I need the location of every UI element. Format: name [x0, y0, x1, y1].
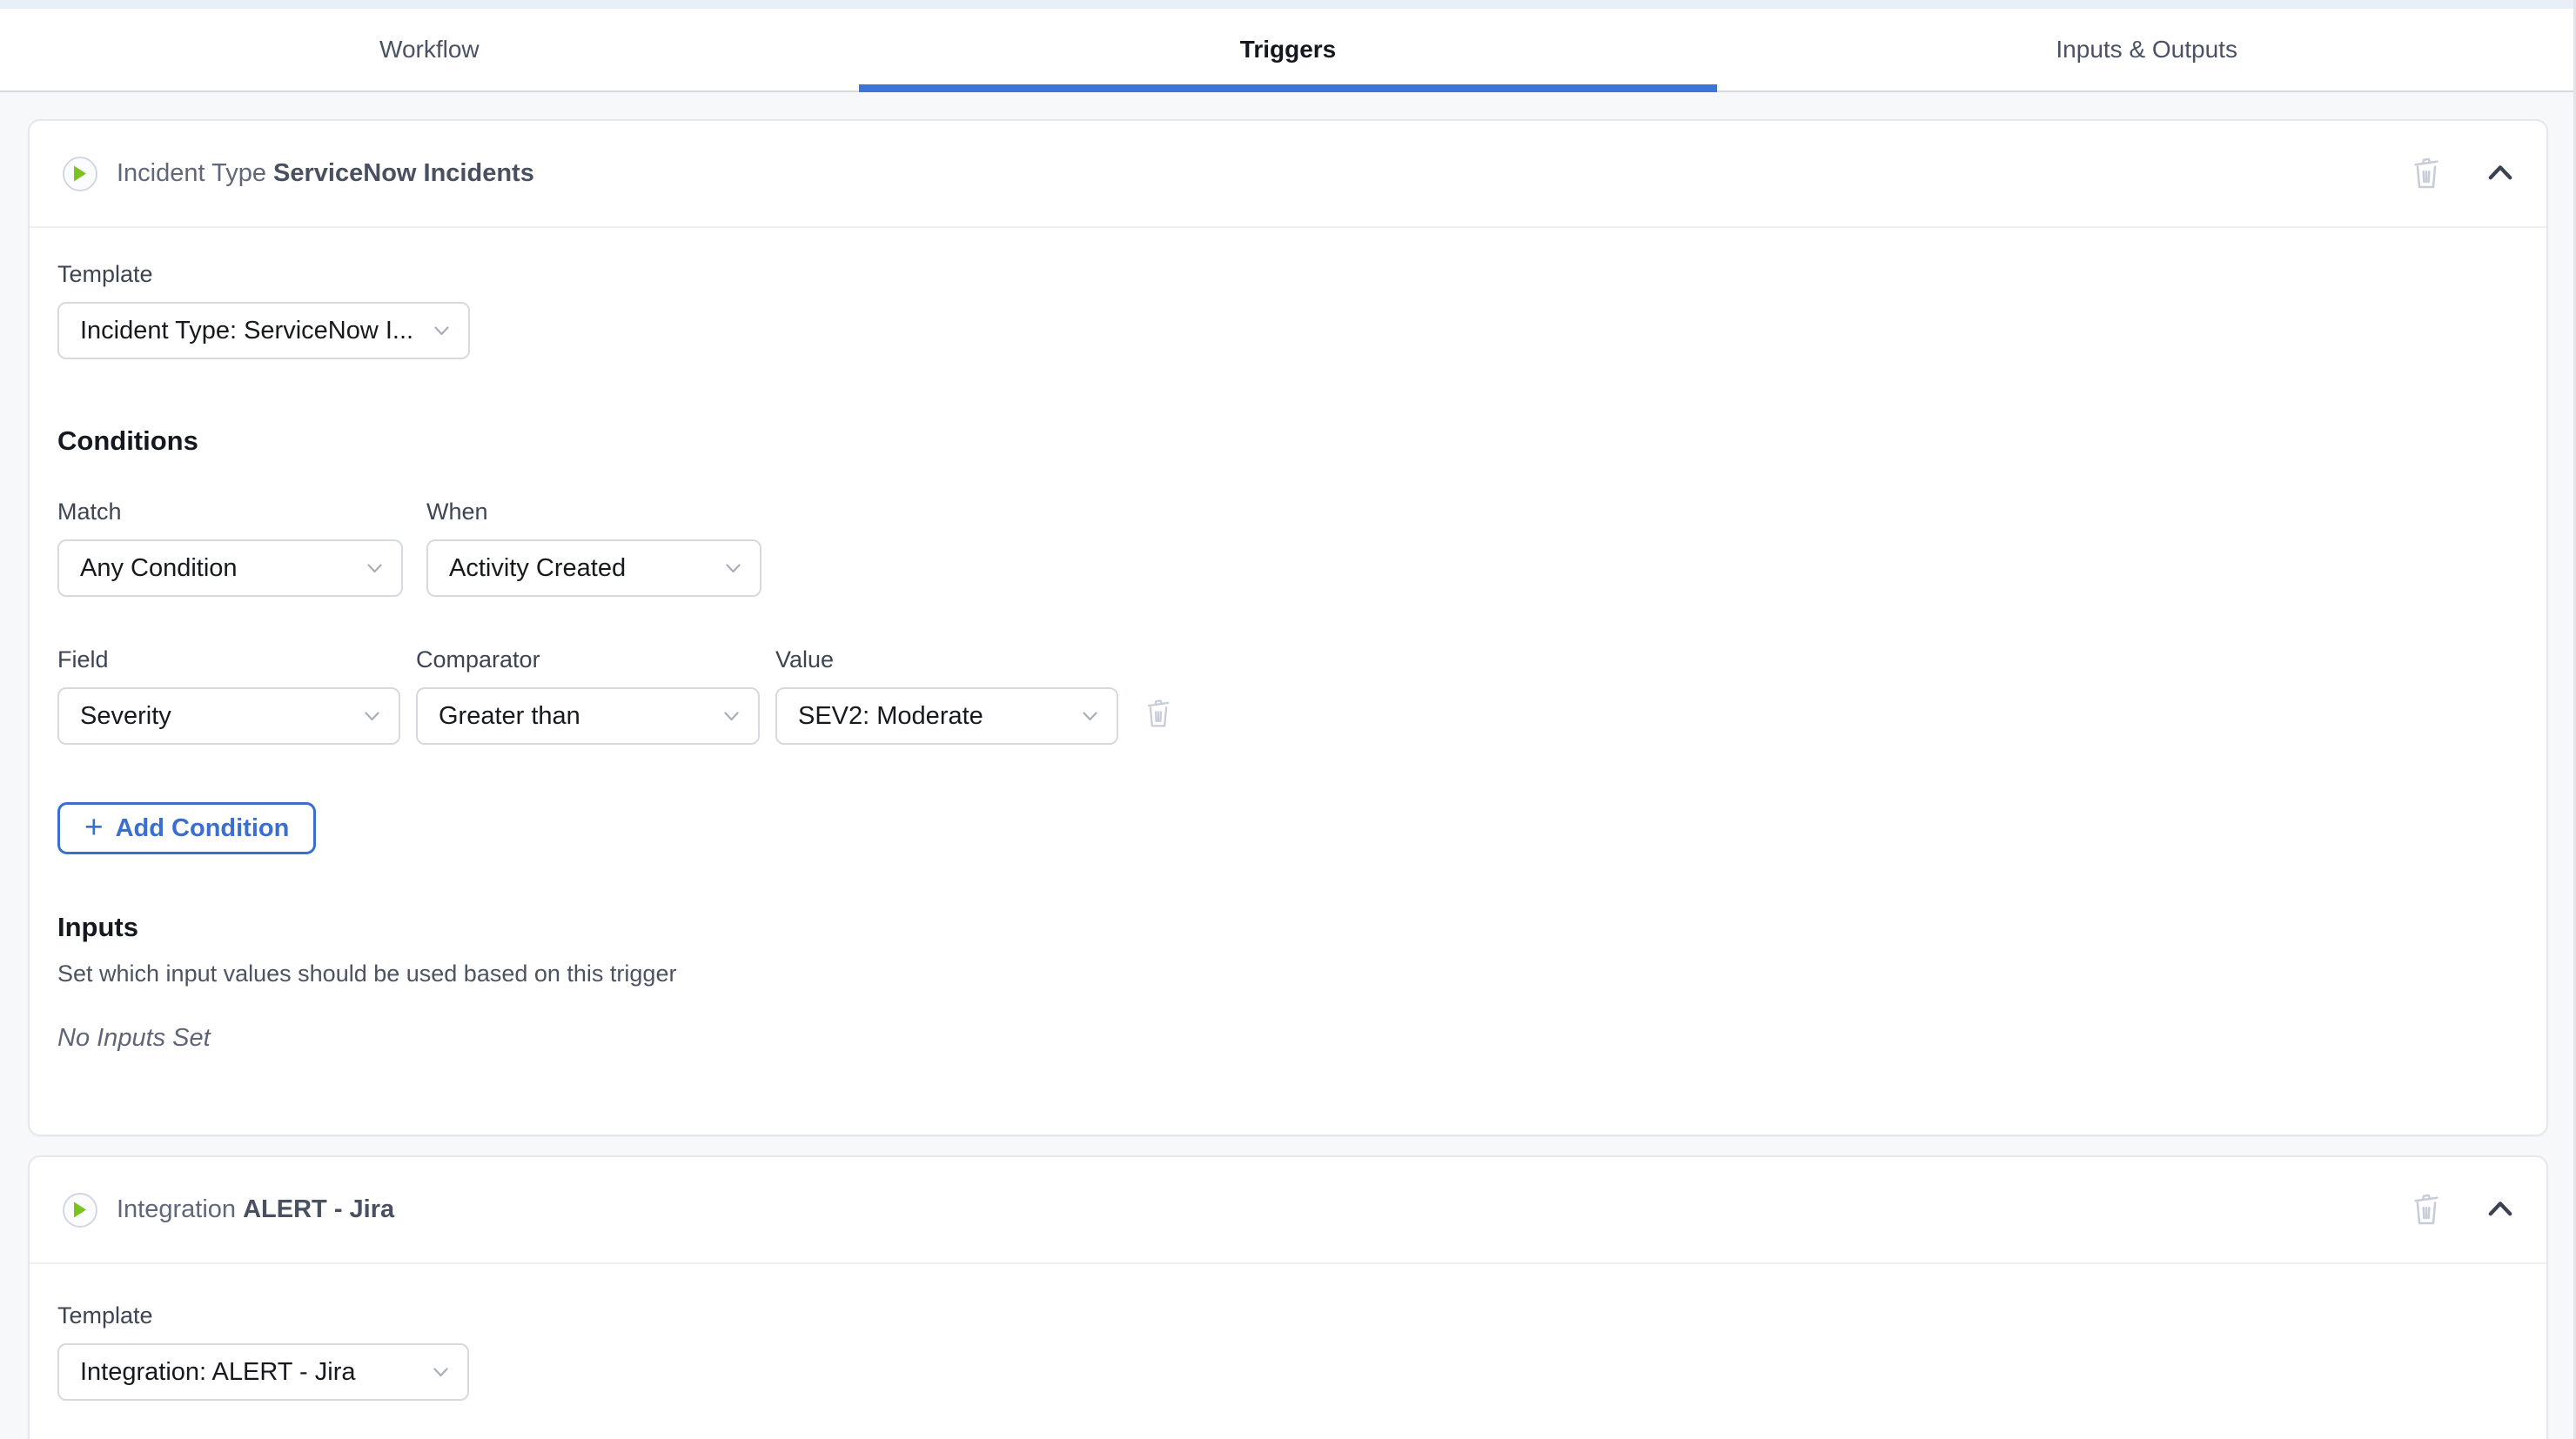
conditions-heading: Conditions — [57, 425, 2519, 457]
add-condition-label: Add Condition — [116, 814, 290, 843]
collapse-trigger-button[interactable] — [2484, 1196, 2517, 1223]
delete-condition-button[interactable] — [1141, 693, 1176, 734]
trigger-card-title: Incident Type ServiceNow Incidents — [117, 159, 534, 188]
trigger-card-body: Template Integration: ALERT - Jira — [30, 1264, 2546, 1439]
template-label: Template — [57, 261, 2519, 288]
tab-inputs-outputs-label: Inputs & Outputs — [2056, 36, 2237, 64]
comparator-label: Comparator — [416, 646, 760, 673]
trigger-card-body: Template Incident Type: ServiceNow I... … — [30, 228, 2546, 1053]
template-label: Template — [57, 1302, 2519, 1329]
comparator-select-value: Greater than — [439, 702, 580, 731]
trash-icon — [2411, 1191, 2442, 1228]
trigger-name: ALERT - Jira — [243, 1195, 394, 1223]
trash-icon — [1144, 697, 1172, 731]
plus-icon: + — [84, 811, 104, 843]
inputs-heading: Inputs — [57, 912, 2519, 943]
comparator-select[interactable]: Greater than — [416, 687, 760, 745]
collapse-trigger-button[interactable] — [2484, 160, 2517, 187]
when-label: When — [426, 499, 761, 525]
tab-triggers[interactable]: Triggers — [859, 9, 1718, 90]
value-label: Value — [775, 646, 1118, 673]
inputs-description: Set which input values should be used ba… — [57, 960, 2519, 987]
when-select-value: Activity Created — [449, 554, 626, 583]
trigger-card-header: Incident Type ServiceNow Incidents — [30, 121, 2546, 228]
trigger-card-integration: Integration ALERT - Jira — [28, 1155, 2548, 1439]
chevron-down-icon — [724, 712, 739, 721]
tab-triggers-label: Triggers — [1240, 36, 1336, 64]
field-select-value: Severity — [80, 702, 171, 731]
delete-trigger-button[interactable] — [2407, 151, 2445, 196]
trigger-card-title: Integration ALERT - Jira — [117, 1195, 394, 1224]
tab-workflow-label: Workflow — [379, 36, 480, 64]
chevron-down-icon — [367, 564, 382, 573]
chevron-down-icon — [365, 712, 379, 721]
chevron-down-icon — [433, 1368, 448, 1377]
trash-icon — [2411, 155, 2442, 192]
condition-row: Field Severity Comparator Greater than — [57, 646, 2519, 745]
trigger-type-label: Integration — [117, 1195, 236, 1223]
match-select[interactable]: Any Condition — [57, 539, 403, 597]
when-select[interactable]: Activity Created — [426, 539, 761, 597]
field-label: Field — [57, 646, 400, 673]
template-select[interactable]: Integration: ALERT - Jira — [57, 1343, 469, 1401]
template-select[interactable]: Incident Type: ServiceNow I... — [57, 302, 470, 359]
chevron-down-icon — [1083, 712, 1097, 721]
trigger-type-label: Incident Type — [117, 159, 266, 187]
chevron-up-icon — [2487, 164, 2513, 184]
tab-inputs-outputs[interactable]: Inputs & Outputs — [1717, 9, 2576, 90]
match-select-value: Any Condition — [80, 554, 238, 583]
top-strip — [0, 0, 2576, 9]
chevron-up-icon — [2487, 1200, 2513, 1220]
trigger-tab-bar: Workflow Triggers Inputs & Outputs — [0, 9, 2576, 92]
value-select-value: SEV2: Moderate — [798, 702, 983, 731]
chevron-down-icon — [726, 564, 741, 573]
template-select-value: Incident Type: ServiceNow I... — [80, 317, 413, 345]
play-icon — [63, 1193, 97, 1228]
match-label: Match — [57, 499, 403, 525]
template-select-value: Integration: ALERT - Jira — [80, 1358, 355, 1387]
trigger-name: ServiceNow Incidents — [273, 159, 534, 187]
triggers-panel: Incident Type ServiceNow Incidents — [0, 92, 2576, 1439]
tab-workflow[interactable]: Workflow — [0, 9, 859, 90]
trigger-card-incident-type: Incident Type ServiceNow Incidents — [28, 119, 2548, 1136]
no-inputs-text: No Inputs Set — [57, 1024, 2519, 1053]
chevron-down-icon — [434, 326, 449, 336]
add-condition-button[interactable]: + Add Condition — [57, 802, 316, 854]
play-icon — [63, 157, 97, 191]
delete-trigger-button[interactable] — [2407, 1188, 2445, 1232]
field-select[interactable]: Severity — [57, 687, 400, 745]
trigger-card-header: Integration ALERT - Jira — [30, 1157, 2546, 1264]
value-select[interactable]: SEV2: Moderate — [775, 687, 1118, 745]
